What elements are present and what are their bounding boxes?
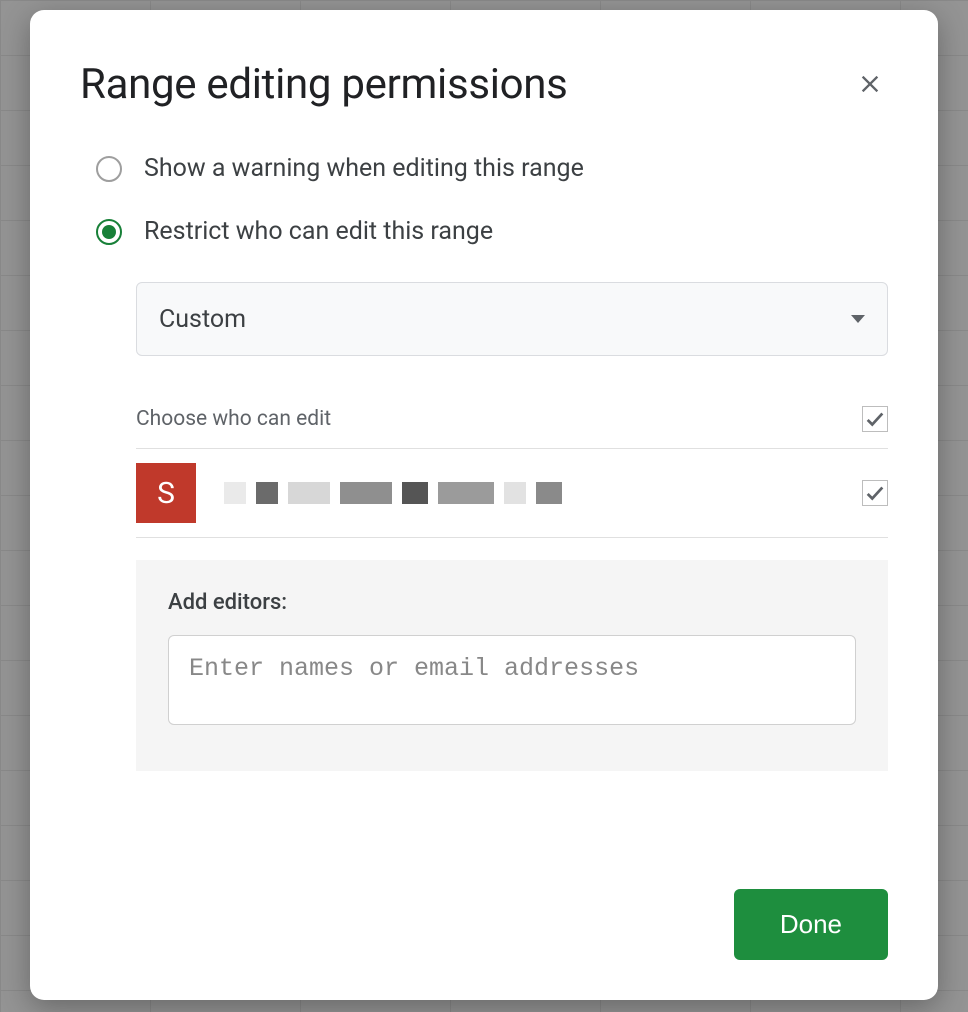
radio-icon	[96, 156, 122, 182]
editors-list-section: Choose who can edit S	[136, 406, 888, 538]
choose-who-can-edit-label: Choose who can edit	[136, 407, 331, 431]
dropdown-selected-label: Custom	[159, 305, 246, 334]
radio-label-restrict: Restrict who can edit this range	[144, 217, 493, 246]
radio-option-restrict[interactable]: Restrict who can edit this range	[96, 217, 888, 246]
restrict-mode-dropdown[interactable]: Custom	[136, 282, 888, 356]
checkmark-icon	[864, 408, 886, 430]
add-editors-panel: Add editors:	[136, 560, 888, 771]
dialog-title: Range editing permissions	[80, 60, 568, 109]
close-button[interactable]	[852, 66, 888, 105]
editor-row: S	[136, 449, 888, 538]
editors-list-header: Choose who can edit	[136, 406, 888, 449]
dialog-header: Range editing permissions	[80, 60, 888, 109]
radio-option-warning[interactable]: Show a warning when editing this range	[96, 154, 888, 183]
select-all-checkbox[interactable]	[862, 406, 888, 432]
restrict-mode-section: Custom	[136, 282, 888, 356]
checkmark-icon	[864, 482, 886, 504]
radio-label-warning: Show a warning when editing this range	[144, 154, 584, 183]
editor-name-redacted	[224, 482, 562, 504]
close-icon	[856, 70, 884, 98]
chevron-down-icon	[851, 315, 865, 323]
add-editors-label: Add editors:	[168, 590, 856, 615]
editor-identity: S	[136, 463, 562, 523]
done-button[interactable]: Done	[734, 889, 888, 960]
editor-checkbox[interactable]	[862, 480, 888, 506]
avatar: S	[136, 463, 196, 523]
radio-icon-selected	[96, 219, 122, 245]
permission-mode-radio-group: Show a warning when editing this range R…	[96, 154, 888, 246]
add-editors-input[interactable]	[168, 635, 856, 725]
dialog-footer: Done	[80, 849, 888, 960]
range-permissions-dialog: Range editing permissions Show a warning…	[30, 10, 938, 1000]
